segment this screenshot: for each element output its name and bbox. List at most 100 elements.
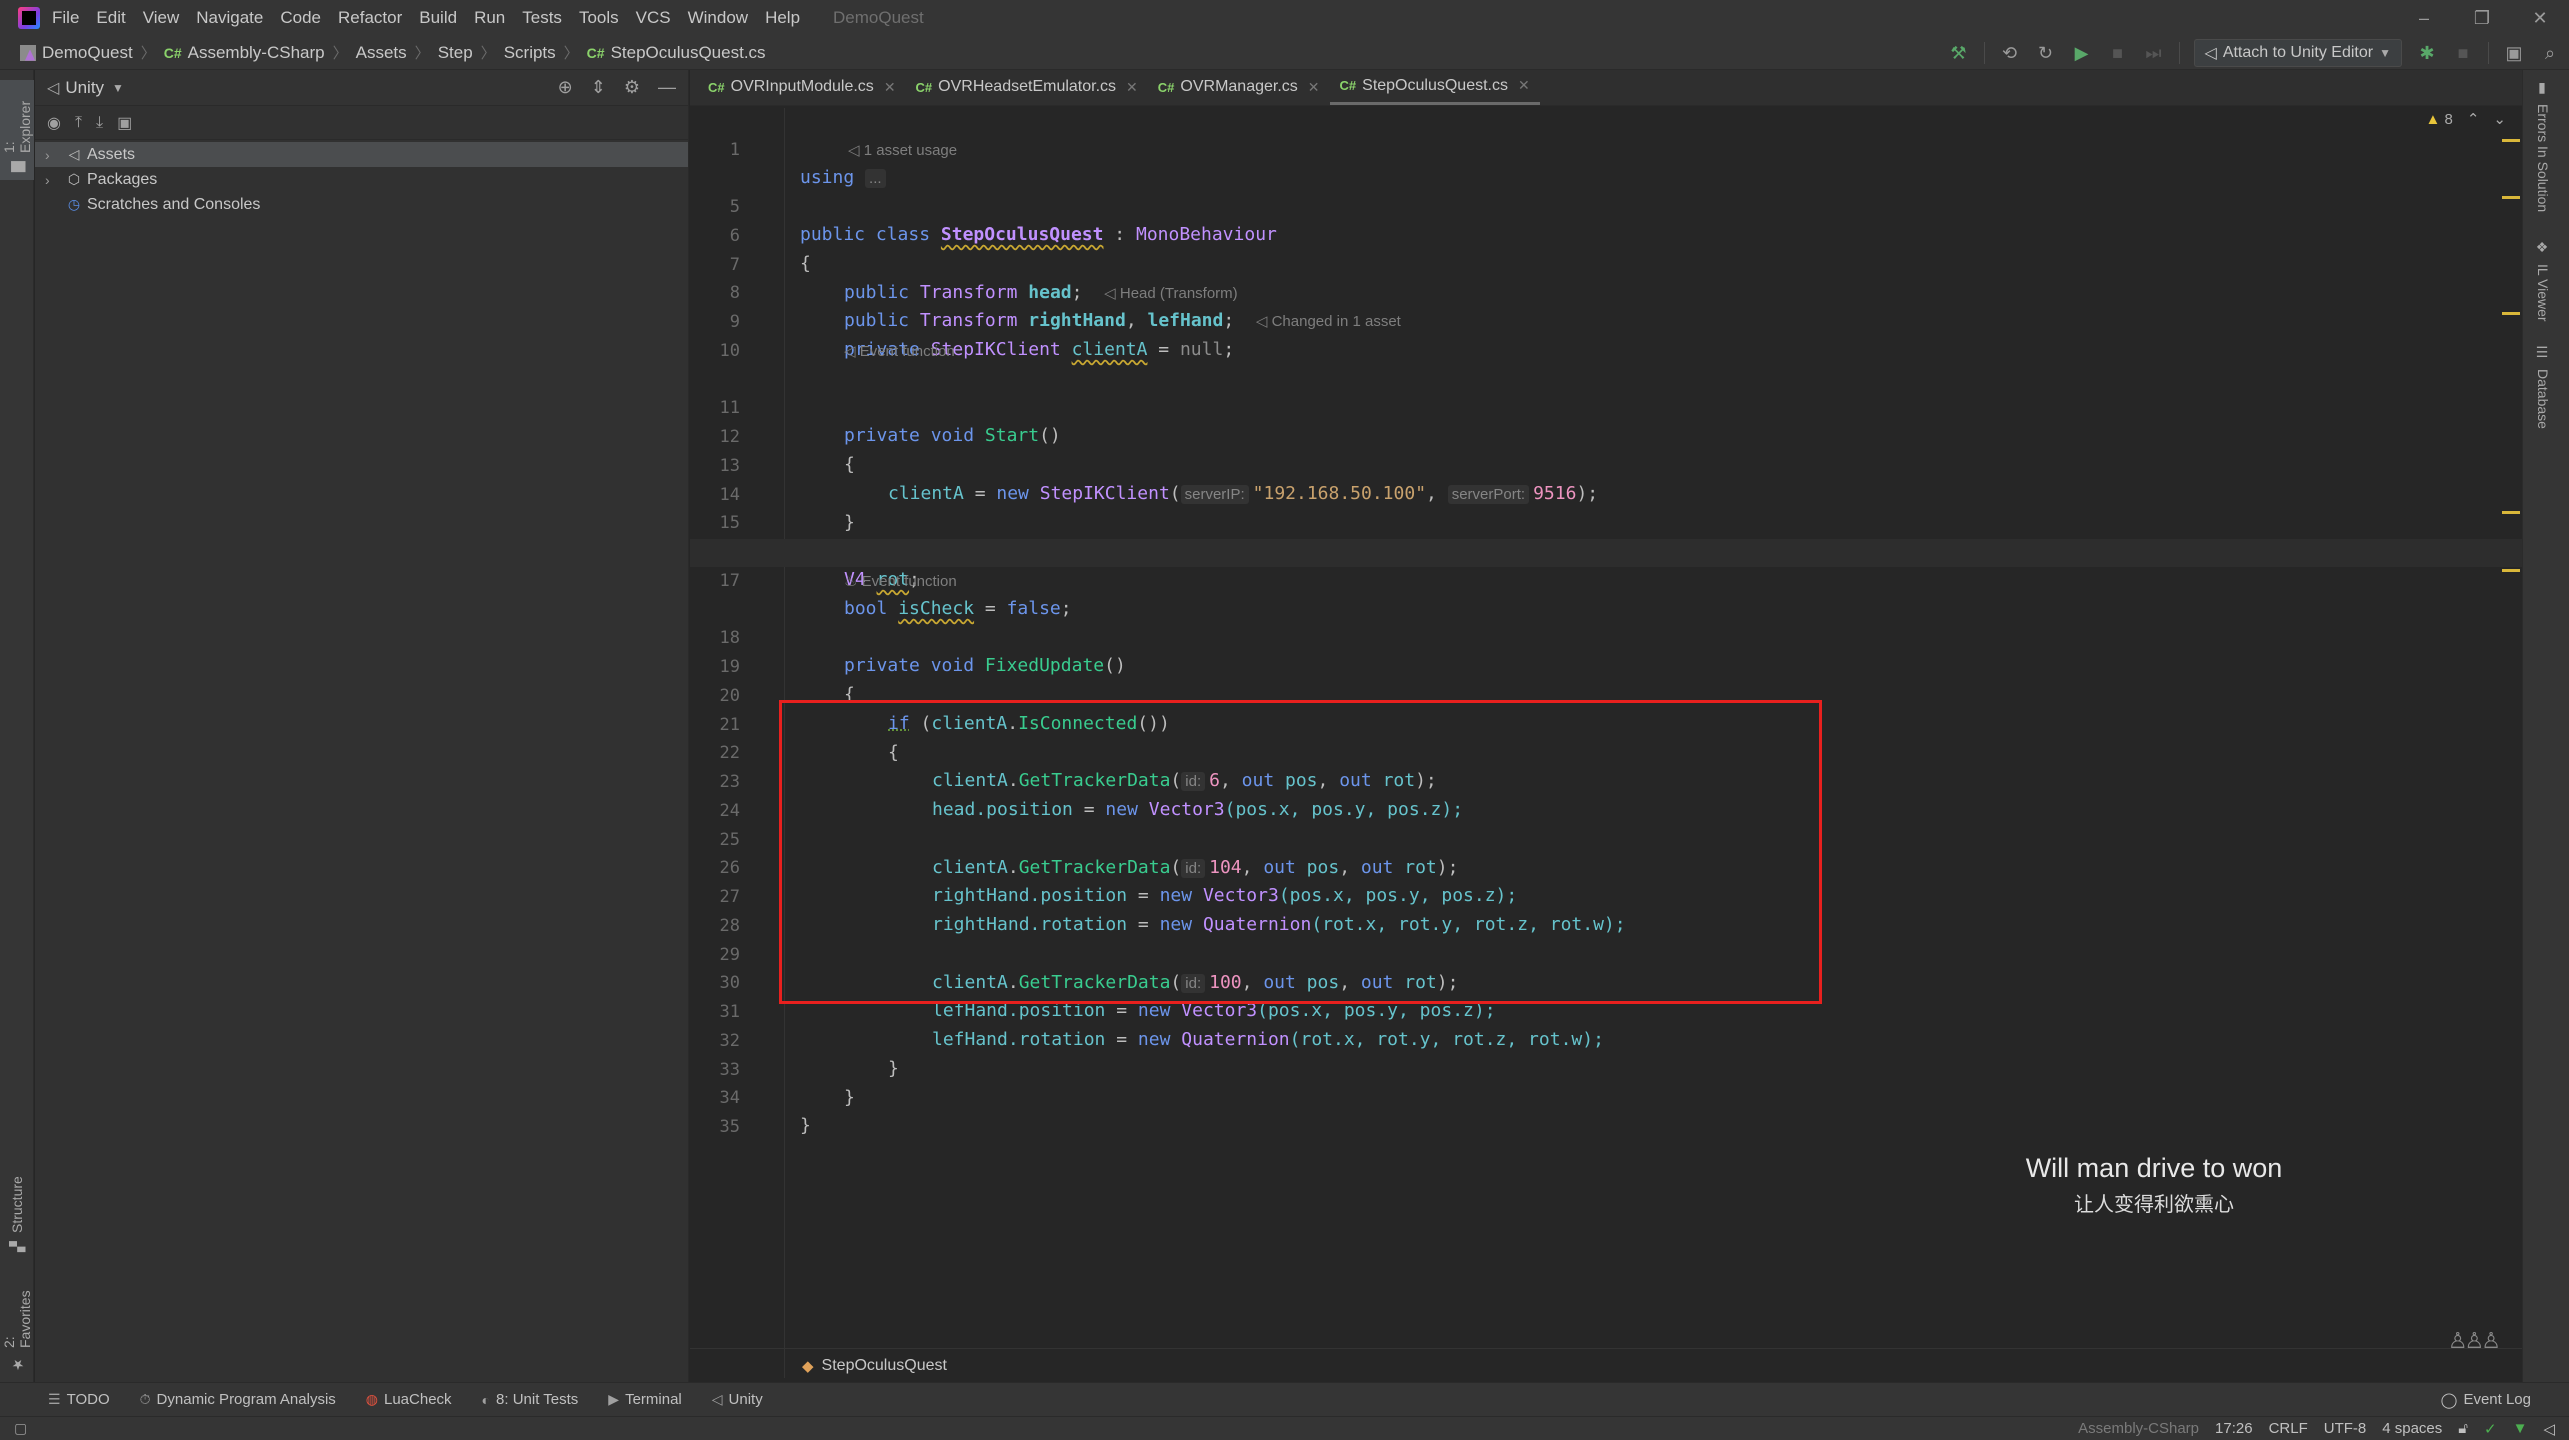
status-line-ending[interactable]: CRLF: [2269, 1420, 2308, 1437]
status-caret-position[interactable]: 17:26: [2215, 1420, 2253, 1437]
debug-bug-icon[interactable]: ✱: [2416, 42, 2438, 64]
explorer-view-selector[interactable]: Unity: [65, 78, 104, 98]
collapse-all-icon[interactable]: ⇕: [591, 77, 606, 98]
toolbar-separator: [1983, 42, 1985, 64]
locate-file-icon[interactable]: ⊕: [558, 77, 573, 98]
code-line: 6 {: [690, 194, 2522, 274]
menu-window[interactable]: Window: [688, 8, 748, 28]
menu-vcs[interactable]: VCS: [636, 8, 671, 28]
breadcrumb-file[interactable]: C# StepOculusQuest.cs: [587, 43, 766, 63]
minimize-button[interactable]: –: [2395, 0, 2453, 36]
menu-refactor[interactable]: Refactor: [338, 8, 402, 28]
breadcrumb-project[interactable]: DemoQuest: [20, 43, 133, 63]
breadcrumb-assets[interactable]: Assets: [356, 43, 407, 63]
database-tab[interactable]: ☰ Database: [2535, 345, 2551, 429]
structure-tool-tab[interactable]: ▞ Structure: [0, 1160, 34, 1260]
tree-item-assets[interactable]: › ◁ Assets: [35, 142, 688, 167]
restore-button[interactable]: ❐: [2453, 0, 2511, 36]
stop-icon[interactable]: ■: [2107, 42, 2129, 64]
unlock-icon[interactable]: 🔓︎: [2458, 1420, 2468, 1437]
star-icon: ★: [9, 1356, 25, 1372]
tab-ovrmanager[interactable]: C# OVRManager.cs ✕: [1148, 69, 1330, 105]
close-tab-icon[interactable]: ✕: [1308, 79, 1320, 96]
breadcrumb-assembly[interactable]: C# Assembly-CSharp: [164, 43, 325, 63]
line-number: 1: [729, 140, 740, 160]
unity-tool-button[interactable]: ◁ Unity: [712, 1391, 763, 1408]
warning-marker[interactable]: [2502, 569, 2520, 572]
search-icon[interactable]: ⌕: [2539, 42, 2561, 64]
menu-build[interactable]: Build: [419, 8, 457, 28]
tab-ovrheadsetemulator[interactable]: C# OVRHeadsetEmulator.cs ✕: [906, 69, 1148, 105]
close-tab-icon[interactable]: ✕: [884, 79, 896, 96]
unity-explorer-options-icon[interactable]: ◉: [47, 113, 61, 133]
todo-tool-button[interactable]: ☰ TODO: [48, 1391, 110, 1408]
stop-debug-icon[interactable]: ■: [2452, 42, 2474, 64]
tree-item-packages[interactable]: › ⬡ Packages: [35, 167, 688, 192]
explorer-tool-tab[interactable]: ▇ 1: Explorer: [0, 80, 34, 180]
menu-edit[interactable]: Edit: [96, 8, 125, 28]
il-viewer-tab[interactable]: ❖ IL Viewer: [2535, 240, 2551, 322]
breadcrumb-scripts[interactable]: Scripts: [504, 43, 556, 63]
unity-sync-icon[interactable]: ↻: [2035, 42, 2057, 64]
status-encoding[interactable]: UTF-8: [2324, 1420, 2367, 1437]
tab-stepoculusquest[interactable]: C# StepOculusQuest.cs ✕: [1329, 69, 1540, 105]
close-tab-icon[interactable]: ✕: [1518, 77, 1530, 94]
expand-down-icon[interactable]: ⤓: [96, 114, 103, 132]
play-icon[interactable]: ▶: [2071, 42, 2093, 64]
code-line: 18 private void FixedUpdate(): [690, 596, 2522, 676]
menu-code[interactable]: Code: [280, 8, 321, 28]
structure-icon: ▞: [9, 1241, 25, 1252]
menu-file[interactable]: File: [52, 8, 79, 28]
unity-refresh-icon[interactable]: ⟲: [1999, 42, 2021, 64]
favorites-tool-tab[interactable]: ★ 2: Favorites: [0, 1270, 34, 1380]
code-line: 8 public Transform rightHand, lefHand; ◁…: [690, 251, 2522, 331]
run-window-icon[interactable]: ▣: [2503, 42, 2525, 64]
menu-view[interactable]: View: [143, 8, 180, 28]
breadcrumb-step[interactable]: Step: [438, 43, 473, 63]
annotation-highlight-box: [779, 700, 1822, 1004]
unit-tests-button[interactable]: ◐ 8: Unit Tests: [482, 1391, 579, 1408]
toolbar-separator: [2488, 42, 2489, 64]
toggle-tool-windows-icon[interactable]: ▢: [14, 1420, 27, 1437]
menu-help[interactable]: Help: [765, 8, 800, 28]
code-line: 16 V4 rot;: [690, 510, 2522, 590]
menu-tools[interactable]: Tools: [579, 8, 619, 28]
tab-ovrinputmodule[interactable]: C# OVRInputModule.cs ✕: [698, 69, 906, 105]
chevron-down-icon[interactable]: ▼: [112, 81, 124, 95]
navigation-bar: DemoQuest 〉 C# Assembly-CSharp 〉 Assets 〉…: [0, 36, 2569, 70]
event-function-hint[interactable]: ♨ Event function: [844, 568, 957, 596]
editor-breadcrumb[interactable]: ◆ StepOculusQuest: [690, 1348, 2522, 1382]
dynamic-program-analysis-button[interactable]: ⏱ Dynamic Program Analysis: [140, 1391, 336, 1408]
show-files-icon[interactable]: ▣: [117, 113, 132, 133]
tree-item-scratches[interactable]: ◷ Scratches and Consoles: [35, 192, 688, 217]
breadcrumb-separator: 〉: [480, 45, 496, 62]
warning-marker[interactable]: [2502, 139, 2520, 142]
close-window-button[interactable]: ✕: [2511, 0, 2569, 36]
attach-to-unity-dropdown[interactable]: ◁ Attach to Unity Editor ▼: [2193, 39, 2402, 67]
build-hammer-icon[interactable]: ⚒: [1948, 42, 1970, 64]
chevron-right-icon[interactable]: ›: [45, 147, 65, 163]
expand-up-icon[interactable]: ⤒: [75, 114, 82, 132]
step-icon[interactable]: ⏭: [2143, 42, 2165, 64]
asset-usage-hint[interactable]: ◁ 1 asset usage: [848, 137, 957, 165]
close-tab-icon[interactable]: ✕: [1126, 79, 1138, 96]
luacheck-button[interactable]: ◍ LuaCheck: [366, 1391, 452, 1408]
event-function-hint[interactable]: ◁ Event function: [844, 338, 955, 366]
terminal-button[interactable]: ▶ Terminal: [608, 1391, 681, 1408]
code-line: 7 public Transform head; ◁ Head (Transfo…: [690, 223, 2522, 303]
chevron-right-icon[interactable]: ›: [45, 172, 65, 188]
gear-icon[interactable]: ⚙: [624, 77, 640, 98]
unity-connection-icon[interactable]: ◁: [2543, 1420, 2555, 1438]
event-log-button[interactable]: ◯ Event Log: [2441, 1391, 2531, 1409]
status-project-context[interactable]: Assembly-CSharp: [2078, 1420, 2199, 1437]
menu-tests[interactable]: Tests: [522, 8, 562, 28]
unity-icon: ◁: [2204, 45, 2217, 62]
vue-icon[interactable]: ▼: [2513, 1420, 2528, 1437]
tool-window-bar: ☰ TODO ⏱ Dynamic Program Analysis ◍ LuaChec…: [0, 1382, 2569, 1416]
hide-panel-icon[interactable]: —: [658, 77, 676, 98]
status-indent[interactable]: 4 spaces: [2382, 1420, 2442, 1437]
menu-navigate[interactable]: Navigate: [196, 8, 263, 28]
errors-in-solution-tab[interactable]: ▮ Errors In Solution: [2535, 80, 2551, 212]
check-circle-icon[interactable]: ✓: [2484, 1420, 2497, 1438]
menu-run[interactable]: Run: [474, 8, 505, 28]
